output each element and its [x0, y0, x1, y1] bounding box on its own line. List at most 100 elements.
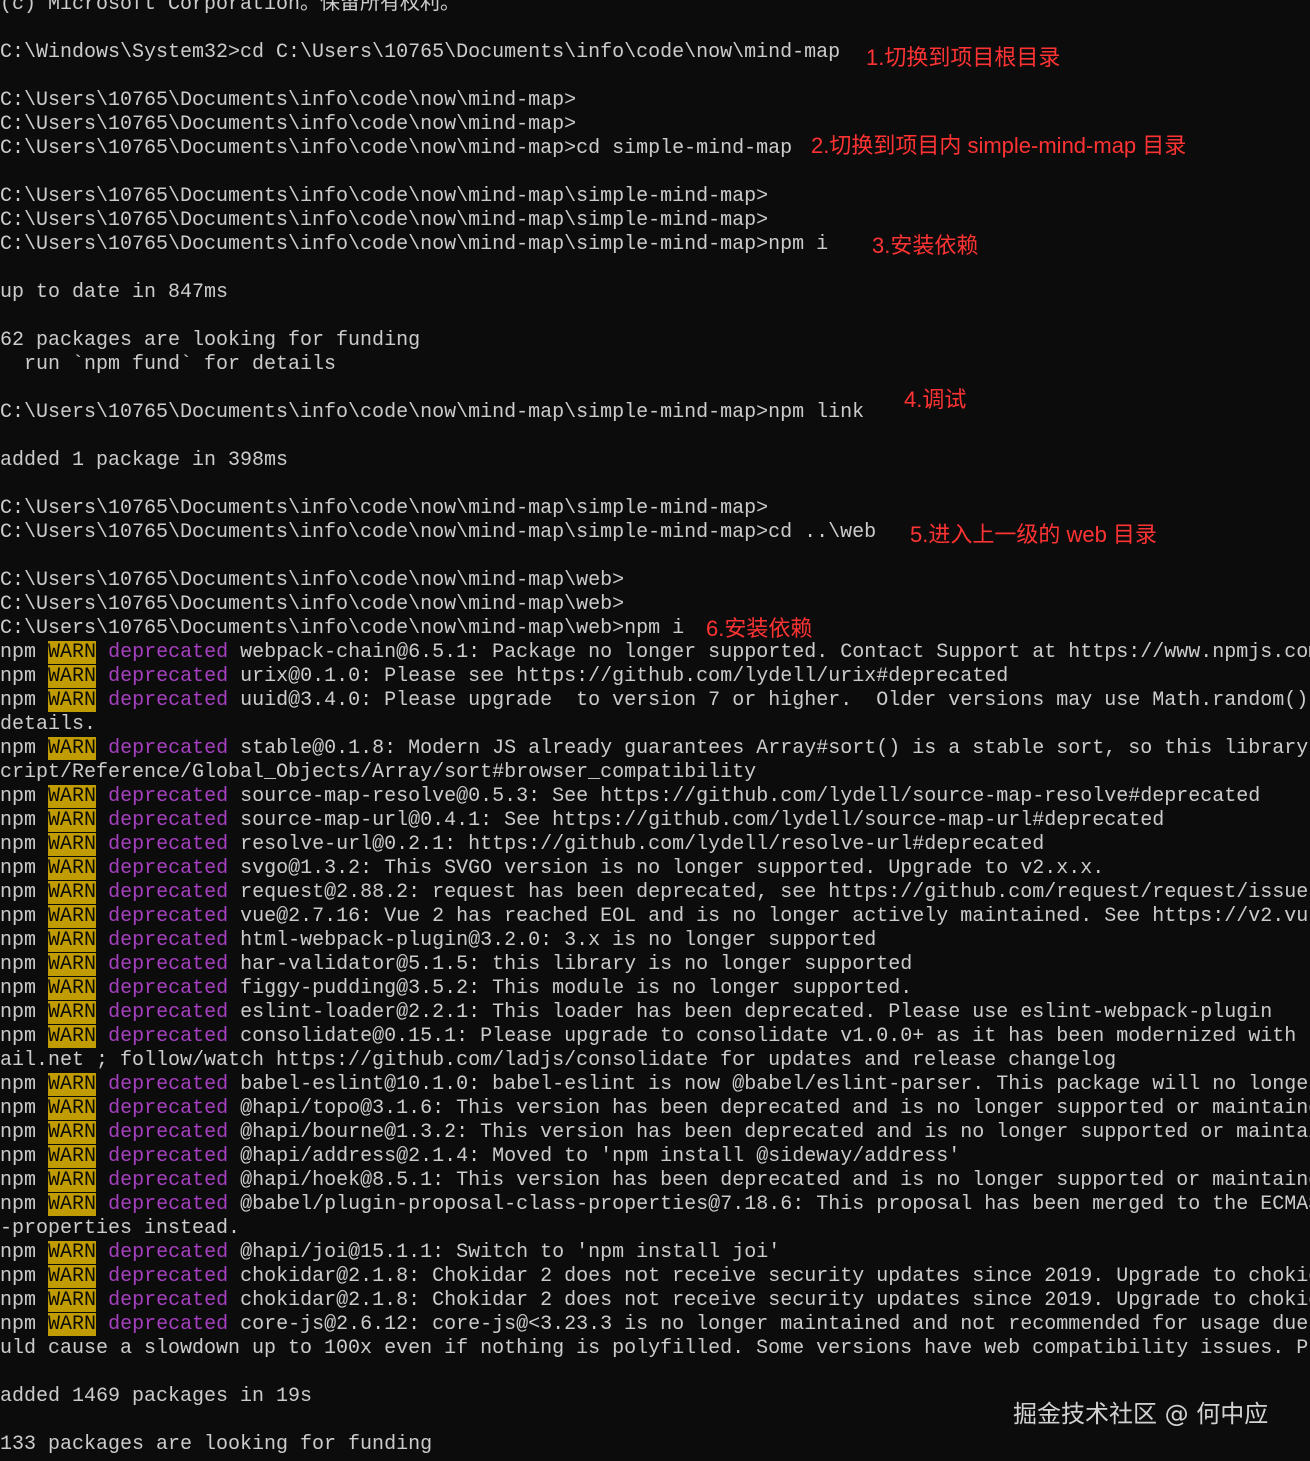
- npm-warn-line: npm WARN deprecated core-js@2.6.12: core…: [0, 1313, 1310, 1337]
- warn-badge: WARN: [48, 1193, 97, 1216]
- npm-warn-line: npm WARN deprecated @hapi/hoek@8.5.1: Th…: [0, 1169, 1310, 1193]
- npm-warn-line: npm WARN deprecated source-map-url@0.4.1…: [0, 809, 1310, 833]
- warn-badge: WARN: [48, 1289, 97, 1312]
- warn-badge: WARN: [48, 689, 97, 712]
- deprecated-label: deprecated: [108, 1169, 229, 1192]
- npm-label: npm: [0, 785, 37, 808]
- npm-warn-line: npm WARN deprecated @babel/plugin-propos…: [0, 1193, 1310, 1217]
- npm-warn-line: npm WARN deprecated svgo@1.3.2: This SVG…: [0, 857, 1310, 881]
- warn-message: uuid@3.4.0: Please upgrade to version 7 …: [240, 689, 1309, 712]
- deprecated-label: deprecated: [108, 809, 229, 832]
- warn-message: source-map-resolve@0.5.3: See https://gi…: [240, 785, 1261, 808]
- npm-warn-line: npm WARN deprecated request@2.88.2: requ…: [0, 881, 1310, 905]
- terminal-line: cript/Reference/Global_Objects/Array/sor…: [0, 761, 757, 784]
- warn-badge: WARN: [48, 785, 97, 808]
- npm-warn-line: npm WARN deprecated har-validator@5.1.5:…: [0, 953, 1310, 977]
- warn-message: webpack-chain@6.5.1: Package no longer s…: [240, 641, 1310, 664]
- npm-label: npm: [0, 1121, 37, 1144]
- deprecated-label: deprecated: [108, 689, 229, 712]
- deprecated-label: deprecated: [108, 737, 229, 760]
- warn-badge: WARN: [48, 1073, 97, 1096]
- deprecated-label: deprecated: [108, 953, 229, 976]
- warn-message: @hapi/bourne@1.3.2: This version has bee…: [240, 1121, 1310, 1144]
- warn-message: @hapi/joi@15.1.1: Switch to 'npm install…: [240, 1241, 781, 1264]
- warn-message: resolve-url@0.2.1: https://github.com/ly…: [240, 833, 1045, 856]
- deprecated-label: deprecated: [108, 857, 229, 880]
- deprecated-label: deprecated: [108, 1289, 229, 1312]
- warn-message: source-map-url@0.4.1: See https://github…: [240, 809, 1165, 832]
- npm-warn-line: npm WARN deprecated source-map-resolve@0…: [0, 785, 1310, 809]
- npm-warn-line: npm WARN deprecated @hapi/bourne@1.3.2: …: [0, 1121, 1310, 1145]
- npm-label: npm: [0, 1001, 37, 1024]
- npm-warn-line: npm WARN deprecated chokidar@2.1.8: Chok…: [0, 1265, 1310, 1289]
- terminal-line: C:\Users\10765\Documents\info\code\now\m…: [0, 617, 685, 640]
- deprecated-label: deprecated: [108, 833, 229, 856]
- warn-message: @babel/plugin-proposal-class-properties@…: [240, 1193, 1310, 1216]
- npm-warn-line: npm WARN deprecated urix@0.1.0: Please s…: [0, 665, 1310, 689]
- terminal-line: C:\Users\10765\Documents\info\code\now\m…: [0, 185, 769, 208]
- terminal-line: added 1 package in 398ms: [0, 449, 289, 472]
- warn-message: @hapi/address@2.1.4: Moved to 'npm insta…: [240, 1145, 961, 1168]
- warn-badge: WARN: [48, 857, 97, 880]
- terminal-line: (c) Microsoft Corporation。保留所有权利。: [0, 0, 461, 16]
- npm-label: npm: [0, 1289, 37, 1312]
- deprecated-label: deprecated: [108, 905, 229, 928]
- npm-label: npm: [0, 881, 37, 904]
- warn-badge: WARN: [48, 737, 97, 760]
- deprecated-label: deprecated: [108, 977, 229, 1000]
- step-annotation: 1.切换到项目根目录: [866, 45, 1061, 70]
- npm-label: npm: [0, 1265, 37, 1288]
- warn-message: stable@0.1.8: Modern JS already guarante…: [240, 737, 1309, 760]
- npm-warn-line: npm WARN deprecated @hapi/joi@15.1.1: Sw…: [0, 1241, 1310, 1265]
- npm-label: npm: [0, 689, 37, 712]
- step-annotation: 3.安装依赖: [872, 233, 979, 258]
- npm-label: npm: [0, 1193, 37, 1216]
- npm-label: npm: [0, 1097, 37, 1120]
- warn-message: @hapi/topo@3.1.6: This version has been …: [240, 1097, 1310, 1120]
- warn-badge: WARN: [48, 665, 97, 688]
- terminal-line: C:\Users\10765\Documents\info\code\now\m…: [0, 209, 769, 232]
- deprecated-label: deprecated: [108, 1313, 229, 1336]
- terminal-line: uld cause a slowdown up to 100x even if …: [0, 1337, 1309, 1360]
- npm-warn-line: npm WARN deprecated @hapi/topo@3.1.6: Th…: [0, 1097, 1310, 1121]
- terminal-line: -properties instead.: [0, 1217, 241, 1240]
- npm-label: npm: [0, 833, 37, 856]
- terminal-line: C:\Users\10765\Documents\info\code\now\m…: [0, 89, 577, 112]
- terminal-line: C:\Users\10765\Documents\info\code\now\m…: [0, 569, 625, 592]
- npm-warn-line: npm WARN deprecated chokidar@2.1.8: Chok…: [0, 1289, 1310, 1313]
- step-annotation: 2.切换到项目内 simple-mind-map 目录: [811, 133, 1187, 158]
- npm-warn-line: npm WARN deprecated vue@2.7.16: Vue 2 ha…: [0, 905, 1310, 929]
- deprecated-label: deprecated: [108, 1145, 229, 1168]
- step-annotation: 6.安装依赖: [706, 616, 813, 641]
- warn-badge: WARN: [48, 809, 97, 832]
- npm-warn-line: npm WARN deprecated babel-eslint@10.1.0:…: [0, 1073, 1310, 1097]
- warn-message: har-validator@5.1.5: this library is no …: [240, 953, 913, 976]
- warn-message: urix@0.1.0: Please see https://github.co…: [240, 665, 1009, 688]
- npm-label: npm: [0, 1145, 37, 1168]
- warn-badge: WARN: [48, 1241, 97, 1264]
- warn-badge: WARN: [48, 1121, 97, 1144]
- deprecated-label: deprecated: [108, 1073, 229, 1096]
- npm-warn-line: npm WARN deprecated html-webpack-plugin@…: [0, 929, 1310, 953]
- warn-message: eslint-loader@2.2.1: This loader has bee…: [240, 1001, 1273, 1024]
- npm-warn-line: npm WARN deprecated eslint-loader@2.2.1:…: [0, 1001, 1310, 1025]
- warn-badge: WARN: [48, 929, 97, 952]
- npm-warn-line: npm WARN deprecated stable@0.1.8: Modern…: [0, 737, 1310, 761]
- warn-badge: WARN: [48, 1145, 97, 1168]
- warn-message: chokidar@2.1.8: Chokidar 2 does not rece…: [240, 1289, 1310, 1312]
- npm-warn-line: npm WARN deprecated figgy-pudding@3.5.2:…: [0, 977, 1310, 1001]
- terminal-line: C:\Windows\System32>cd C:\Users\10765\Do…: [0, 41, 841, 64]
- deprecated-label: deprecated: [108, 785, 229, 808]
- warn-badge: WARN: [48, 1025, 97, 1048]
- terminal-line: ail.net ; follow/watch https://github.co…: [0, 1049, 1117, 1072]
- terminal-output[interactable]: (c) Microsoft Corporation。保留所有权利。 C:\Wind…: [0, 0, 1310, 1457]
- warn-message: chokidar@2.1.8: Chokidar 2 does not rece…: [240, 1265, 1310, 1288]
- deprecated-label: deprecated: [108, 665, 229, 688]
- npm-warn-line: npm WARN deprecated uuid@3.4.0: Please u…: [0, 689, 1310, 713]
